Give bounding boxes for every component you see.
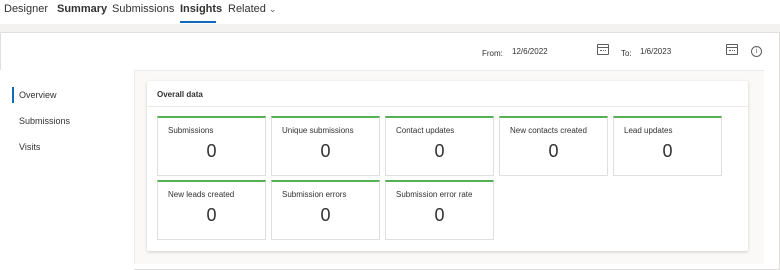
metric-label: Submission errors — [282, 190, 347, 199]
tab-summary[interactable]: Summary — [57, 3, 107, 15]
metric-tile-new-leads-created: New leads created 0 — [157, 180, 266, 240]
metric-value: 0 — [206, 141, 217, 161]
top-nav: Designer Summary Submissions Insights Re… — [0, 0, 780, 24]
sidebar: Overview Submissions Visits — [0, 70, 134, 270]
metric-label: New leads created — [168, 190, 235, 199]
metric-tile-lead-updates: Lead updates 0 — [613, 116, 722, 176]
metric-value: 0 — [662, 141, 673, 161]
chevron-down-icon: ⌄ — [268, 4, 277, 14]
to-date-field[interactable]: 1/6/2023 — [640, 47, 671, 56]
metric-value: 0 — [320, 141, 331, 161]
metric-tile-submission-error-rate: Submission error rate 0 — [385, 180, 494, 240]
from-label: From: — [482, 49, 503, 58]
metric-tile-submission-errors: Submission errors 0 — [271, 180, 380, 240]
metric-tile-submissions: Submissions 0 — [157, 116, 266, 176]
to-label: To: — [621, 49, 632, 58]
metric-value: 0 — [320, 205, 331, 225]
info-icon[interactable]: i — [751, 46, 762, 57]
metric-label: Submissions — [168, 126, 214, 135]
metric-tile-contact-updates: Contact updates 0 — [385, 116, 494, 176]
metric-label: Unique submissions — [282, 126, 354, 135]
sidebar-item-overview[interactable]: Overview — [12, 87, 57, 103]
tab-related[interactable]: Related ⌄ — [228, 3, 276, 15]
sidebar-item-submissions[interactable]: Submissions — [12, 113, 70, 129]
active-tab-indicator — [180, 21, 216, 23]
card-title: Overall data — [157, 90, 203, 99]
calendar-icon[interactable] — [597, 44, 609, 55]
tab-submissions[interactable]: Submissions — [112, 3, 174, 15]
metric-value: 0 — [434, 205, 445, 225]
calendar-icon[interactable] — [726, 44, 738, 55]
sidebar-item-visits[interactable]: Visits — [12, 139, 40, 155]
divider — [147, 106, 748, 107]
metric-tile-unique-submissions: Unique submissions 0 — [271, 116, 380, 176]
tab-insights[interactable]: Insights — [180, 3, 222, 15]
metric-label: Submission error rate — [396, 190, 473, 199]
metric-value: 0 — [206, 205, 217, 225]
from-date-field[interactable]: 12/6/2022 — [512, 47, 548, 56]
metric-label: Lead updates — [624, 126, 673, 135]
metric-value: 0 — [434, 141, 445, 161]
metric-tile-new-contacts-created: New contacts created 0 — [499, 116, 608, 176]
metric-label: Contact updates — [396, 126, 455, 135]
overall-data-card: Overall data Submissions 0 Unique submis… — [147, 81, 748, 251]
metric-label: New contacts created — [510, 126, 587, 135]
date-range-row: From: 12/6/2022 To: 1/6/2023 — [0, 32, 780, 70]
tab-related-label: Related — [228, 3, 266, 15]
metric-value: 0 — [548, 141, 559, 161]
tab-designer[interactable]: Designer — [4, 3, 48, 15]
